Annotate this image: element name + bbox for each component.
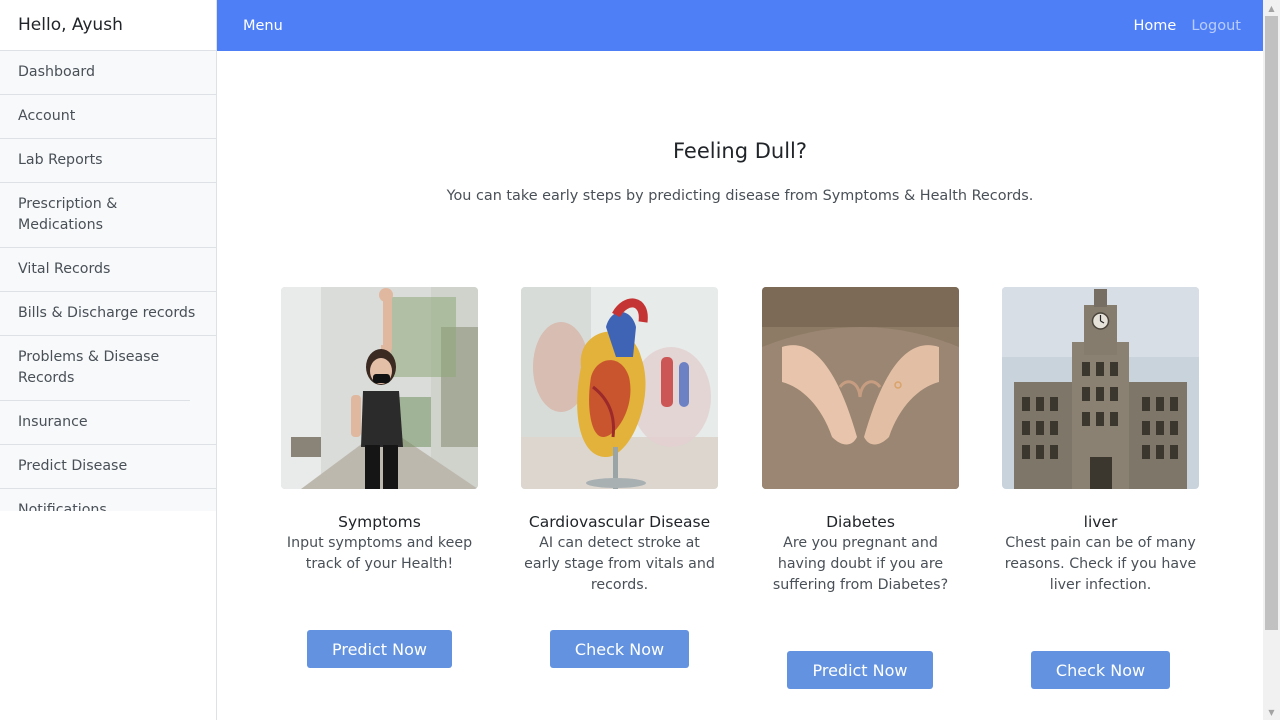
sidebar-item-vital-records[interactable]: Vital Records: [0, 248, 216, 292]
check-now-button-cardiovascular[interactable]: Check Now: [550, 630, 689, 668]
sidebar: Hello, Ayush Dashboard Account Lab Repor…: [0, 0, 217, 720]
sidebar-item-insurance[interactable]: Insurance: [0, 401, 216, 445]
sidebar-item-prescription[interactable]: Prescription & Medications: [0, 183, 216, 248]
main-content: Feeling Dull? You can take early steps b…: [217, 51, 1263, 720]
scroll-up-arrow-icon[interactable]: ▲: [1263, 0, 1280, 16]
card-text: Are you pregnant and having doubt if you…: [772, 535, 949, 593]
card-diabetes: Diabetes Are you pregnant and having dou…: [762, 287, 959, 596]
navbar-links: Home Logout: [1134, 18, 1241, 34]
woman-raising-fist-image: [281, 287, 478, 489]
card-symptoms: Symptoms Input symptoms and keep track o…: [281, 287, 478, 575]
vertical-scrollbar[interactable]: ▲ ▼: [1263, 0, 1280, 720]
card-cardiovascular: Cardiovascular Disease AI can detect str…: [521, 287, 718, 596]
check-now-button-liver[interactable]: Check Now: [1031, 651, 1170, 689]
menu-toggle-button[interactable]: Menu: [243, 18, 283, 34]
card-text: AI can detect stroke at early stage from…: [524, 535, 715, 593]
heart-model-image: [521, 287, 718, 489]
hands-heart-belly-image: [762, 287, 959, 489]
scroll-down-arrow-icon[interactable]: ▼: [1263, 704, 1280, 720]
page-title: Feeling Dull?: [672, 139, 808, 163]
sidebar-item-account[interactable]: Account: [0, 95, 216, 139]
card-title: Symptoms: [338, 513, 421, 531]
sidebar-item-predict-disease[interactable]: Predict Disease: [0, 445, 216, 489]
card-text: Input symptoms and keep track of your He…: [286, 535, 473, 572]
sidebar-item-lab-reports[interactable]: Lab Reports: [0, 139, 216, 183]
app-root: Hello, Ayush Dashboard Account Lab Repor…: [0, 0, 1280, 720]
card-liver: liver Chest pain can be of many reasons.…: [1002, 287, 1199, 596]
sidebar-greeting: Hello, Ayush: [0, 0, 216, 51]
sidebar-empty-area: [0, 511, 216, 720]
logout-link[interactable]: Logout: [1191, 18, 1241, 34]
page-subtitle: You can take early steps by predicting d…: [446, 188, 1034, 204]
card-text: Chest pain can be of many reasons. Check…: [1004, 535, 1197, 593]
card-title: Diabetes: [826, 513, 895, 531]
clock-tower-building-image: [1002, 287, 1199, 489]
sidebar-item-problems[interactable]: Problems & Disease Records: [0, 336, 190, 401]
top-navbar: Menu Home Logout: [217, 0, 1263, 51]
sidebar-item-bills[interactable]: Bills & Discharge records: [0, 292, 216, 336]
predict-now-button-diabetes[interactable]: Predict Now: [787, 651, 933, 689]
predict-now-button-symptoms[interactable]: Predict Now: [307, 630, 452, 668]
card-title: Cardiovascular Disease: [528, 513, 711, 531]
home-link[interactable]: Home: [1134, 18, 1177, 34]
scrollbar-thumb[interactable]: [1265, 16, 1278, 630]
sidebar-menu: Dashboard Account Lab Reports Prescripti…: [0, 51, 216, 533]
sidebar-item-dashboard[interactable]: Dashboard: [0, 51, 216, 95]
card-title: liver: [1083, 513, 1118, 531]
